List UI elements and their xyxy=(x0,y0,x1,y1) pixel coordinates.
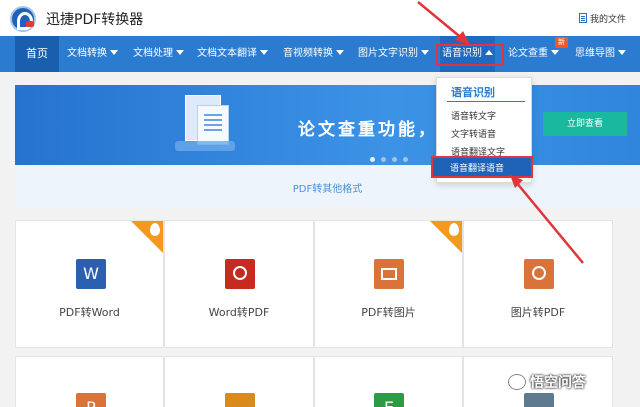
nav-doc-process[interactable]: 文档处理 xyxy=(133,36,184,72)
watermark: 悟空问答 xyxy=(508,372,586,392)
chevron-down-icon xyxy=(110,50,118,55)
card-image-to-pdf[interactable]: 图片转PDF xyxy=(463,220,613,348)
chevron-down-icon xyxy=(336,50,344,55)
carousel-dot[interactable] xyxy=(370,157,375,162)
nav-label: 文档转换 xyxy=(67,48,107,59)
nav-home[interactable]: 首页 xyxy=(15,36,59,72)
chevron-down-icon xyxy=(260,50,268,55)
card-bottom[interactable]: E xyxy=(314,356,463,407)
card-bottom[interactable]: P xyxy=(15,356,164,407)
watermark-logo-icon xyxy=(508,374,526,390)
flame-icon xyxy=(449,223,459,236)
nav-home-label: 首页 xyxy=(26,47,48,60)
image-icon xyxy=(225,393,255,407)
nav-highlight-box xyxy=(436,44,504,66)
card-bottom[interactable] xyxy=(164,356,314,407)
section-title: PDF转其他格式 xyxy=(292,184,363,195)
pdf-icon xyxy=(225,259,255,289)
nav-av-convert[interactable]: 音视频转换 xyxy=(283,36,344,72)
my-files-link[interactable]: 我的文件 xyxy=(579,12,626,25)
chevron-down-icon xyxy=(421,50,429,55)
carousel-dots xyxy=(370,147,414,166)
card-word-to-pdf[interactable]: Word转PDF xyxy=(164,220,314,348)
new-badge: 新 xyxy=(555,37,568,48)
card-label: 图片转PDF xyxy=(510,306,566,319)
menu-item-speech-to-text[interactable]: 语音转文字 xyxy=(451,109,496,122)
doc-icon xyxy=(524,393,554,407)
chevron-down-icon xyxy=(176,50,184,55)
nav-mind-map[interactable]: 思维导图 xyxy=(575,36,626,72)
chevron-down-icon xyxy=(551,50,559,55)
carousel-dot[interactable] xyxy=(403,157,408,162)
nav-ocr[interactable]: 图片文字识别 xyxy=(358,36,429,72)
nav-label: 文档文本翻译 xyxy=(197,48,257,59)
card-label: Word转PDF xyxy=(208,306,270,319)
dropdown-divider xyxy=(447,101,525,102)
menu-highlight-box xyxy=(431,156,533,178)
nav-plagiarism-check[interactable]: 论文查重 xyxy=(508,36,559,72)
ppt-icon: P xyxy=(76,393,106,407)
nav-label: 文档处理 xyxy=(133,48,173,59)
card-label: PDF转图片 xyxy=(361,306,416,319)
card-pdf-to-word[interactable]: W PDF转Word xyxy=(15,220,164,348)
file-list-icon xyxy=(579,13,587,23)
card-pdf-to-image[interactable]: PDF转图片 xyxy=(314,220,463,348)
card-label: PDF转Word xyxy=(59,306,120,319)
section-strip: PDF转其他格式 xyxy=(15,167,640,207)
documents-illustration-icon xyxy=(175,95,235,155)
app-header: 迅捷PDF转换器 我的文件 xyxy=(0,0,640,36)
carousel-dot[interactable] xyxy=(392,157,397,162)
watermark-text: 悟空问答 xyxy=(530,375,586,391)
excel-icon: E xyxy=(374,393,404,407)
flame-icon xyxy=(150,223,160,236)
nav-doc-convert[interactable]: 文档转换 xyxy=(67,36,118,72)
nav-label: 音视频转换 xyxy=(283,48,333,59)
app-title: 迅捷PDF转换器 xyxy=(46,12,144,28)
word-icon: W xyxy=(76,259,106,289)
image-icon xyxy=(374,259,404,289)
chevron-down-icon xyxy=(618,50,626,55)
my-files-label: 我的文件 xyxy=(590,15,627,25)
nav-label: 论文查重 xyxy=(508,48,548,59)
view-now-button[interactable]: 立即查看 xyxy=(543,112,627,136)
main-nav: 首页 文档转换 文档处理 文档文本翻译 音视频转换 图片文字识别 语音识别 论文… xyxy=(0,36,640,72)
carousel-dot[interactable] xyxy=(381,157,386,162)
app-logo-icon xyxy=(10,6,36,32)
menu-item-text-to-speech[interactable]: 文字转语音 xyxy=(451,127,496,140)
pdf-icon xyxy=(524,259,554,289)
nav-label: 思维导图 xyxy=(575,48,615,59)
nav-doc-translate[interactable]: 文档文本翻译 xyxy=(197,36,268,72)
page: 迅捷PDF转换器 我的文件 首页 文档转换 文档处理 文档文本翻译 音视频转换 … xyxy=(0,0,640,407)
dropdown-title: 语音识别 xyxy=(451,86,495,99)
nav-label: 图片文字识别 xyxy=(358,48,418,59)
